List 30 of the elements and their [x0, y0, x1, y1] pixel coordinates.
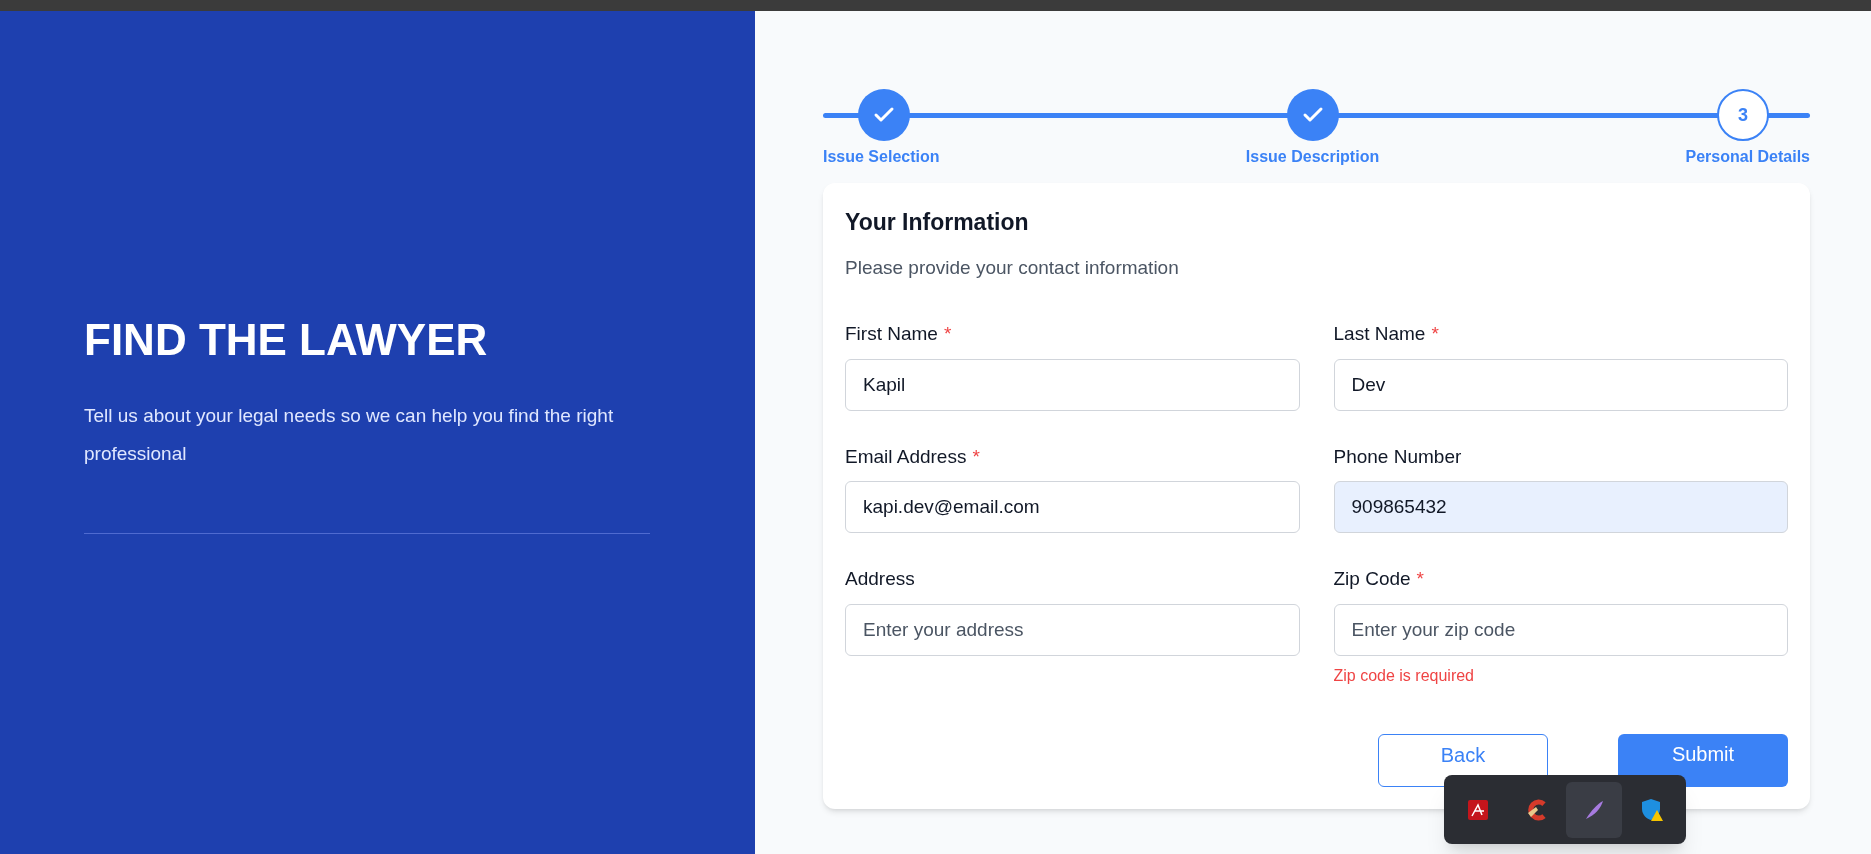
input-field[interactable]: Enter your address [845, 603, 1300, 656]
field-label: First Name [845, 322, 938, 346]
input-field[interactable]: 909865432 [1333, 481, 1788, 533]
step-label: Personal Details [1685, 147, 1810, 167]
field-label: Phone Number [1333, 444, 1462, 469]
form-description: Please provide your contact information [845, 255, 1180, 280]
step-label: Issue Selection [823, 147, 940, 167]
field-label: Zip Code [1333, 567, 1411, 591]
shield-warning-icon [1640, 797, 1664, 822]
step-label: Issue Description [1245, 147, 1380, 167]
error-message: Zip code is required [1333, 665, 1475, 686]
step-number: 3 [1717, 89, 1769, 141]
required-mark: * [972, 444, 980, 469]
feather-icon [1583, 798, 1605, 821]
required-mark: * [943, 322, 952, 346]
required-mark: * [1416, 567, 1424, 591]
submit-button[interactable]: Submit [1618, 734, 1788, 787]
tray-item[interactable] [1566, 781, 1622, 838]
field-label: Last Name [1333, 322, 1426, 346]
input-field[interactable]: Dev [1333, 358, 1788, 411]
hero-subtitle: Tell us about your legal needs so we can help you find the right professional [84, 403, 615, 466]
input-field[interactable]: Enter your zip code [1333, 603, 1788, 656]
document-icon [1467, 798, 1489, 821]
hero-title: FIND THE LAWYER [84, 313, 489, 366]
form-title: Your Information [845, 208, 1030, 237]
input-field[interactable]: Kapil [845, 358, 1300, 411]
field-label: Address [845, 567, 915, 591]
required-mark: * [1431, 322, 1439, 346]
field-label: Email Address [845, 444, 967, 469]
input-field[interactable]: kapi.dev@email.com [845, 481, 1300, 533]
